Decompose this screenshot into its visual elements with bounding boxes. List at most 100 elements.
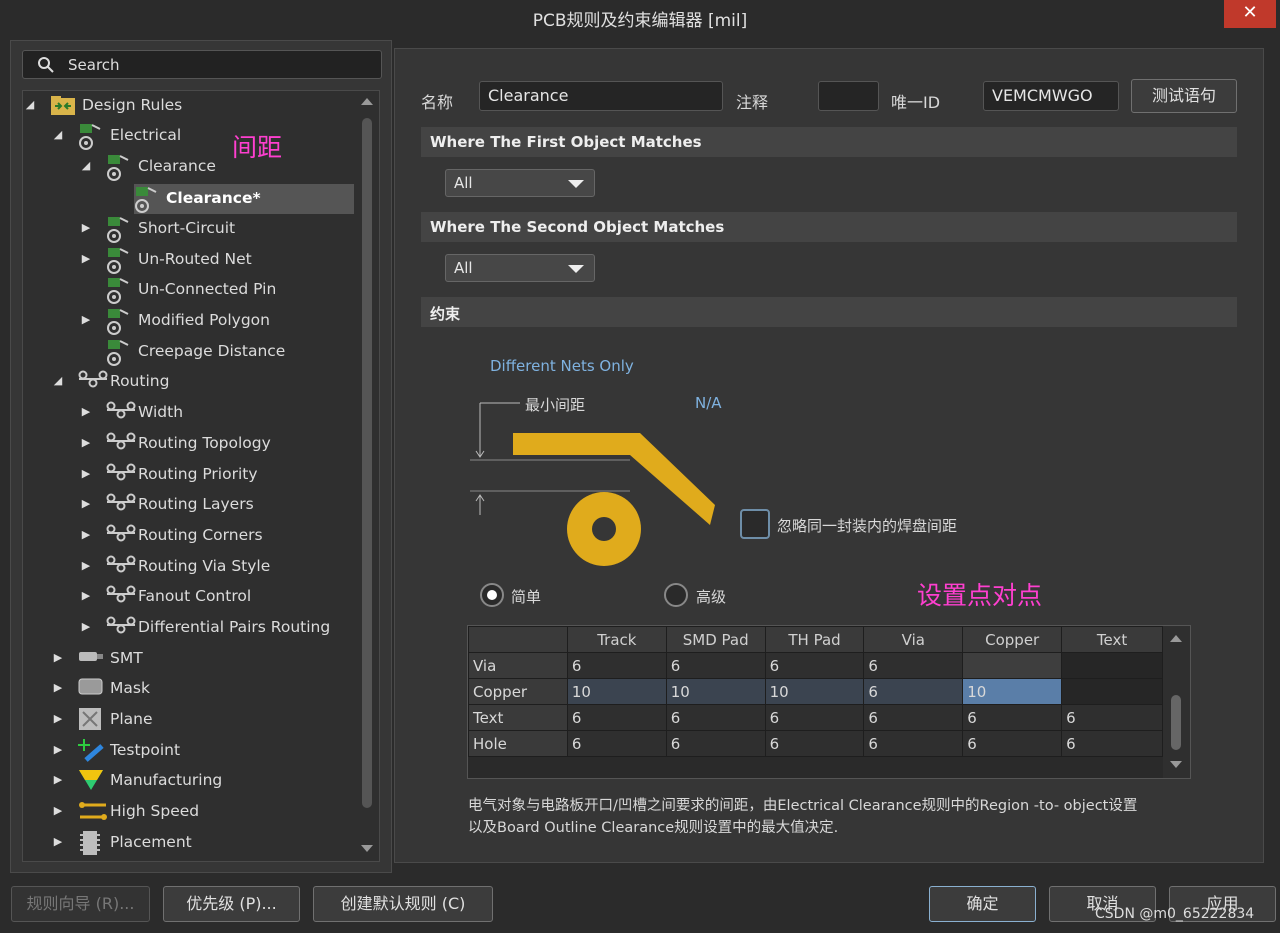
matrix-cell[interactable]: 6 — [962, 730, 1063, 757]
matrix-cell[interactable]: 6 — [566, 730, 667, 757]
mode-advanced-radio[interactable] — [664, 583, 688, 607]
test-query-button[interactable]: 测试语句 — [1131, 79, 1237, 113]
ok-button[interactable]: 确定 — [929, 886, 1036, 922]
matrix-cell[interactable]: 6 — [764, 730, 865, 757]
expand-icon[interactable]: ▶ — [52, 674, 64, 702]
expand-icon[interactable]: ▶ — [80, 214, 92, 242]
scroll-up-icon[interactable] — [361, 98, 373, 105]
matrix-cell[interactable]: 6 — [863, 652, 964, 679]
matrix-scrollbar[interactable] — [1171, 695, 1181, 750]
tree-item-plane[interactable]: ▶ Plane — [52, 705, 350, 733]
expand-icon[interactable]: ▶ — [80, 245, 92, 273]
collapse-icon[interactable]: ◢ — [24, 91, 36, 119]
expand-icon[interactable]: ▶ — [80, 552, 92, 580]
expand-icon[interactable]: ▶ — [80, 460, 92, 488]
matrix-cell[interactable] — [1061, 652, 1163, 679]
rule-wizard-button[interactable]: 规则向导 (R)... — [11, 886, 150, 922]
matrix-cell[interactable]: 6 — [863, 704, 964, 731]
mfg-icon — [78, 768, 104, 792]
matrix-scroll-up-icon[interactable] — [1170, 635, 1182, 642]
matrix-column-header: Via — [863, 626, 964, 653]
tree-item-high-speed[interactable]: ▶ High Speed — [52, 797, 350, 825]
expand-icon[interactable]: ▶ — [80, 398, 92, 426]
tree-item-fanout-control[interactable]: ▶ Fanout Control — [80, 582, 350, 610]
tree-item-routing-priority[interactable]: ▶ Routing Priority — [80, 460, 350, 488]
matrix-column-header: TH Pad — [764, 626, 865, 653]
tree-item-clearance-group[interactable]: ◢ Clearance — [80, 152, 350, 181]
expand-icon[interactable]: ▶ — [52, 736, 64, 764]
uid-field[interactable]: VEMCMWGO — [983, 81, 1119, 111]
tree-item-manufacturing[interactable]: ▶ Manufacturing — [52, 766, 350, 794]
tree-item-short-circuit[interactable]: ▶ Short-Circuit — [80, 214, 350, 243]
create-default-rules-button[interactable]: 创建默认规则 (C) — [313, 886, 493, 922]
tree-item-width[interactable]: ▶ Width — [80, 398, 350, 426]
route-icon — [106, 431, 136, 455]
matrix-cell[interactable]: 6 — [665, 730, 766, 757]
second-object-dropdown[interactable]: All — [445, 254, 595, 282]
matrix-cell[interactable]: 6 — [665, 652, 766, 679]
matrix-cell[interactable]: 6 — [566, 652, 667, 679]
matrix-cell[interactable]: 6 — [863, 730, 964, 757]
matrix-cell[interactable]: 10 — [665, 678, 766, 705]
tree-item-placement[interactable]: ▶ Placement — [52, 828, 350, 856]
tree-item-label: Placement — [110, 833, 192, 851]
tree-item-creepage[interactable]: Creepage Distance — [80, 337, 350, 366]
matrix-cell[interactable]: 6 — [1061, 730, 1163, 757]
tree-item-unconnected-pin[interactable]: Un-Connected Pin — [80, 275, 350, 304]
matrix-cell[interactable]: 6 — [764, 704, 865, 731]
expand-icon[interactable]: ▶ — [52, 766, 64, 794]
matrix-cell[interactable]: 6 — [566, 704, 667, 731]
tree-item-mask[interactable]: ▶ Mask — [52, 674, 350, 702]
tree-item-routing-via-style[interactable]: ▶ Routing Via Style — [80, 552, 350, 580]
collapse-icon[interactable]: ◢ — [52, 121, 64, 149]
matrix-cell[interactable] — [962, 652, 1063, 679]
tree-item-routing-layers[interactable]: ▶ Routing Layers — [80, 490, 350, 518]
search-input[interactable]: Search — [22, 50, 382, 79]
expand-icon[interactable]: ▶ — [80, 490, 92, 518]
matrix-scroll-down-icon[interactable] — [1170, 761, 1182, 768]
priority-button[interactable]: 优先级 (P)... — [163, 886, 300, 922]
tree-item-diff-pairs[interactable]: ▶ Differential Pairs Routing — [80, 613, 350, 641]
matrix-cell[interactable] — [1061, 678, 1163, 705]
name-field[interactable]: Clearance — [479, 81, 723, 111]
matrix-column-header: Track — [566, 626, 667, 653]
tree-item-clearance-rule[interactable]: Clearance* — [108, 184, 350, 213]
mode-simple-radio[interactable] — [480, 583, 504, 607]
tree-scrollbar[interactable] — [362, 118, 372, 808]
matrix-cell[interactable]: 10 — [962, 678, 1063, 705]
collapse-icon[interactable]: ◢ — [80, 152, 92, 180]
matrix-cell[interactable]: 6 — [863, 678, 964, 705]
tree-item-electrical[interactable]: ◢ Electrical — [52, 121, 350, 150]
tree-item-testpoint[interactable]: ▶ Testpoint — [52, 736, 350, 764]
scroll-down-icon[interactable] — [361, 845, 373, 852]
tree-item-root[interactable]: ◢ Design Rules — [24, 91, 350, 119]
expand-icon[interactable]: ▶ — [80, 582, 92, 610]
expand-icon[interactable]: ▶ — [52, 644, 64, 672]
tree-item-routing-corners[interactable]: ▶ Routing Corners — [80, 521, 350, 549]
tree-item-routing-topology[interactable]: ▶ Routing Topology — [80, 429, 350, 457]
matrix-cell[interactable]: 10 — [566, 678, 667, 705]
matrix-cell[interactable]: 6 — [665, 704, 766, 731]
expand-icon[interactable]: ▶ — [52, 797, 64, 825]
collapse-icon[interactable]: ◢ — [52, 367, 64, 395]
tree-item-unrouted-net[interactable]: ▶ Un-Routed Net — [80, 245, 350, 274]
matrix-cell[interactable]: 6 — [1061, 704, 1163, 731]
tree-item-label: Short-Circuit — [138, 219, 236, 237]
expand-icon[interactable]: ▶ — [52, 705, 64, 733]
expand-icon[interactable]: ▶ — [52, 828, 64, 856]
expand-icon[interactable]: ▶ — [80, 429, 92, 457]
tree-item-smt[interactable]: ▶ SMT — [52, 644, 350, 672]
expand-icon[interactable]: ▶ — [80, 613, 92, 641]
expand-icon[interactable]: ▶ — [80, 521, 92, 549]
close-button[interactable]: ✕ — [1224, 0, 1276, 28]
tree-item-routing[interactable]: ◢ Routing — [52, 367, 350, 395]
first-object-dropdown[interactable]: All — [445, 169, 595, 197]
matrix-cell[interactable]: 6 — [962, 704, 1063, 731]
expand-icon[interactable]: ▶ — [80, 306, 92, 334]
search-icon — [37, 56, 55, 78]
matrix-cell[interactable]: 6 — [764, 652, 865, 679]
ignore-pads-checkbox[interactable] — [740, 509, 770, 539]
matrix-cell[interactable]: 10 — [764, 678, 865, 705]
tree-item-modified-polygon[interactable]: ▶ Modified Polygon — [80, 306, 350, 335]
comment-field[interactable] — [818, 81, 879, 111]
